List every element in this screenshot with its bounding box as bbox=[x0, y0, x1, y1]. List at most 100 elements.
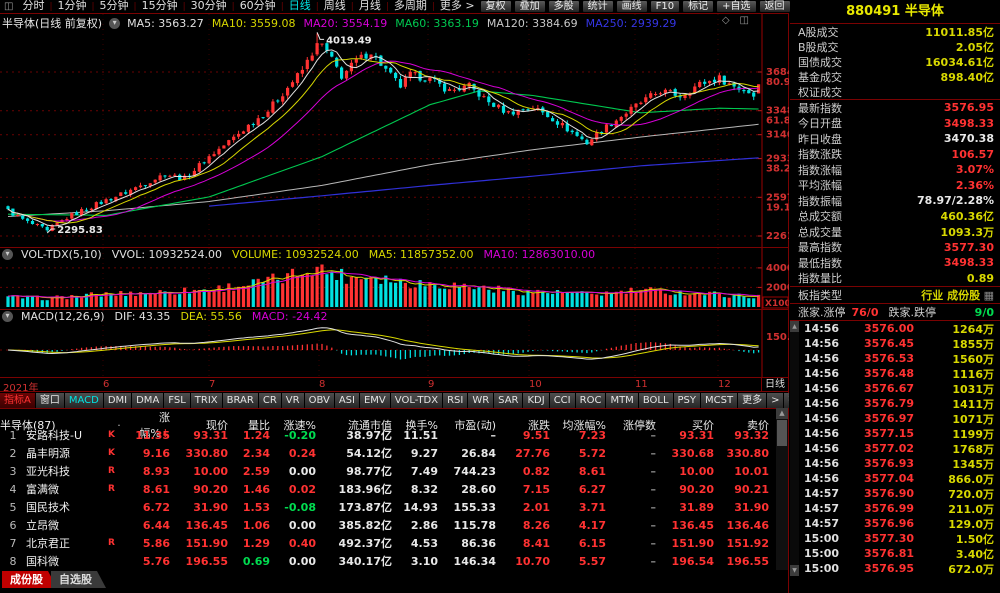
bottom-tab-成份股[interactable]: 成份股 bbox=[2, 571, 57, 588]
indicator-button-KDJ[interactable]: KDJ bbox=[523, 393, 549, 408]
indicator-button-DMI[interactable]: DMI bbox=[104, 393, 132, 408]
indicator-button-MTM[interactable]: MTM bbox=[606, 393, 638, 408]
indicator-button-指标A[interactable]: 指标A bbox=[0, 393, 36, 408]
board-type-row[interactable]: 板指类型 行业 成份股 ▦ bbox=[790, 286, 1000, 304]
table-row-国民技术[interactable]: 5国民技术6.7231.901.53-0.08173.87亿14.93155.3… bbox=[0, 498, 777, 516]
cell-换手%: 8.32 bbox=[400, 483, 446, 496]
svg-text:4019.49: 4019.49 bbox=[326, 35, 372, 46]
period-tab-更多 >[interactable]: 更多 > bbox=[435, 0, 480, 12]
indicator-button-SAR[interactable]: SAR bbox=[494, 393, 523, 408]
chevron-down-icon[interactable]: ▾ bbox=[2, 249, 13, 260]
board-type-label: 板指类型 bbox=[798, 287, 842, 303]
action-button-多股[interactable]: 多股 bbox=[548, 0, 580, 13]
cell-涨幅%: 8.93 bbox=[130, 465, 178, 478]
action-button-复权[interactable]: 复权 bbox=[480, 0, 512, 13]
table-row-富满微[interactable]: 4富满微R8.6190.201.460.02183.96亿8.3228.607.… bbox=[0, 480, 777, 498]
cell-涨跌: 10.70 bbox=[504, 555, 558, 568]
period-tab-15分钟[interactable]: 15分钟 bbox=[137, 0, 183, 12]
action-button-统计[interactable]: 统计 bbox=[582, 0, 614, 13]
indicator-button-OBV[interactable]: OBV bbox=[305, 393, 335, 408]
volume-pane[interactable]: ▾ VOL-TDX(5,10)VVOL: 10932524.00VOLUME: … bbox=[0, 247, 789, 309]
stock-name: 亚光科技 bbox=[26, 463, 108, 479]
tick-volume: 211.0万 bbox=[932, 501, 994, 517]
indicator-button-BOLL[interactable]: BOLL bbox=[639, 393, 674, 408]
period-tab-分时[interactable]: 分时 bbox=[17, 0, 49, 12]
indicator-button-指标B[interactable]: 指标B bbox=[784, 393, 789, 408]
indicator-button-DMA[interactable]: DMA bbox=[132, 393, 164, 408]
chevron-down-icon[interactable]: ▾ bbox=[109, 18, 120, 29]
indicator-button-MCST[interactable]: MCST bbox=[701, 393, 738, 408]
tick-scrollbar[interactable]: ▲ ▼ bbox=[790, 321, 799, 576]
scroll-up-icon[interactable]: ▲ bbox=[790, 321, 799, 332]
indicator-button-EMV[interactable]: EMV bbox=[360, 393, 391, 408]
table-row-安路科技-U[interactable]: 1安路科技-UK11.3593.311.24-0.2038.97亿11.51–9… bbox=[0, 426, 777, 444]
cell-买价: 151.90 bbox=[664, 537, 722, 550]
period-tab-30分钟[interactable]: 30分钟 bbox=[186, 0, 232, 12]
month-label-9: 9 bbox=[428, 379, 434, 390]
tick-volume: 866.0万 bbox=[932, 471, 994, 487]
cell-换手%: 7.49 bbox=[400, 465, 446, 478]
period-tab-多周期[interactable]: 多周期 bbox=[389, 0, 432, 12]
scroll-down-icon[interactable]: ▼ bbox=[790, 565, 799, 576]
indicator-button-更多[interactable]: 更多 bbox=[738, 393, 767, 408]
indicator-button-RSI[interactable]: RSI bbox=[443, 393, 468, 408]
chevron-down-icon[interactable]: ▾ bbox=[2, 311, 13, 322]
indicator-button-BRAR[interactable]: BRAR bbox=[223, 393, 259, 408]
candlestick-chart[interactable]: 368480.9%334861.8%3140293338.2%259719.1%… bbox=[0, 14, 789, 247]
indicator-button-TRIX[interactable]: TRIX bbox=[191, 393, 223, 408]
period-tab-月线[interactable]: 月线 bbox=[354, 0, 386, 12]
indicator-button-MACD[interactable]: MACD bbox=[65, 393, 104, 408]
indicator-right-buttons: 指标B模 板+− bbox=[784, 393, 789, 408]
window-icon[interactable]: ◫ bbox=[4, 0, 13, 14]
action-button-F10[interactable]: F10 bbox=[650, 0, 680, 13]
bottom-tab-自选股[interactable]: 自选股 bbox=[51, 571, 106, 588]
indicator-button-FSL[interactable]: FSL bbox=[164, 393, 191, 408]
action-button-+自选[interactable]: +自选 bbox=[716, 0, 756, 13]
table-row-北京君正[interactable]: 7北京君正R5.86151.901.290.40492.37亿4.5386.36… bbox=[0, 534, 777, 552]
period-tab-1分钟[interactable]: 1分钟 bbox=[53, 0, 92, 12]
tick-list[interactable]: ▲ ▼ 14:563576.001264万14:563576.451855万14… bbox=[790, 321, 1000, 576]
action-button-叠加[interactable]: 叠加 bbox=[514, 0, 546, 13]
cell-涨停数: – bbox=[614, 465, 664, 478]
symbol-name: 半导体 bbox=[905, 4, 944, 19]
cell-卖价: 196.55 bbox=[722, 555, 777, 568]
indicator-button-CR[interactable]: CR bbox=[259, 393, 282, 408]
scrollbar-thumb[interactable] bbox=[777, 420, 787, 446]
action-button-标记[interactable]: 标记 bbox=[682, 0, 714, 13]
indicator-button-PSY[interactable]: PSY bbox=[674, 393, 702, 408]
indicator-button-VOL-TDX[interactable]: VOL-TDX bbox=[391, 393, 443, 408]
table-scrollbar[interactable]: ▲ bbox=[776, 408, 788, 570]
indicator-button-CCI[interactable]: CCI bbox=[550, 393, 576, 408]
indicator-button->[interactable]: > bbox=[767, 393, 784, 408]
table-row-亚光科技[interactable]: 3亚光科技R8.9310.002.590.0098.77亿7.49744.230… bbox=[0, 462, 777, 480]
stock-table-header[interactable]: 半导体(87)·涨幅%↓现价量比涨速%流通市值换手%市盈(动)涨跌均涨幅%涨停数… bbox=[0, 408, 777, 426]
candlestick-pane[interactable]: 半导体(日线 前复权) ▾ MA5: 3563.27MA10: 3559.08M… bbox=[0, 14, 789, 247]
macd-pane[interactable]: ▾ MACD(12,26,9)DIF: 43.35DEA: 55.56MACD:… bbox=[0, 309, 789, 377]
action-button-画线[interactable]: 画线 bbox=[616, 0, 648, 13]
grid-icon[interactable]: ▦ bbox=[984, 289, 994, 302]
indicator-button-VR[interactable]: VR bbox=[282, 393, 305, 408]
indicator-button-ASI[interactable]: ASI bbox=[335, 393, 360, 408]
cell-涨速%: -0.08 bbox=[278, 501, 324, 514]
table-row-立昂微[interactable]: 6立昂微6.44136.451.060.00385.82亿2.86115.788… bbox=[0, 516, 777, 534]
advancers-value: 76/0 bbox=[852, 306, 879, 319]
period-tab-周线[interactable]: 周线 bbox=[319, 0, 351, 12]
indicator-button-ROC[interactable]: ROC bbox=[576, 393, 607, 408]
period-tab-60分钟[interactable]: 60分钟 bbox=[235, 0, 281, 12]
period-tab-日线[interactable]: 日线 bbox=[284, 0, 316, 12]
table-row-晶丰明源[interactable]: 2晶丰明源K9.16330.802.340.2454.12亿9.2726.842… bbox=[0, 444, 777, 462]
indicator-button-窗口[interactable]: 窗口 bbox=[36, 393, 65, 408]
time-axis[interactable]: 2021年 6789101112 日线 bbox=[0, 377, 789, 391]
period-tab-5分钟[interactable]: 5分钟 bbox=[95, 0, 134, 12]
action-button-返回[interactable]: 返回 bbox=[759, 0, 791, 13]
row-number: 2 bbox=[0, 447, 26, 460]
cell-量比: 1.06 bbox=[236, 519, 278, 532]
scroll-up-icon[interactable]: ▲ bbox=[776, 408, 788, 419]
diamond-icon[interactable]: ◇ bbox=[722, 15, 730, 26]
cell-卖价: 90.21 bbox=[722, 483, 777, 496]
stat-label: 总成交量 bbox=[798, 224, 842, 240]
table-row-国科微[interactable]: 8国科微5.76196.550.690.00340.17亿3.10146.341… bbox=[0, 552, 777, 570]
mini-window-icon[interactable]: ◫ bbox=[740, 15, 749, 26]
indicator-button-WR[interactable]: WR bbox=[468, 393, 494, 408]
indicator-value-label: VOL-TDX(5,10) bbox=[21, 248, 102, 261]
